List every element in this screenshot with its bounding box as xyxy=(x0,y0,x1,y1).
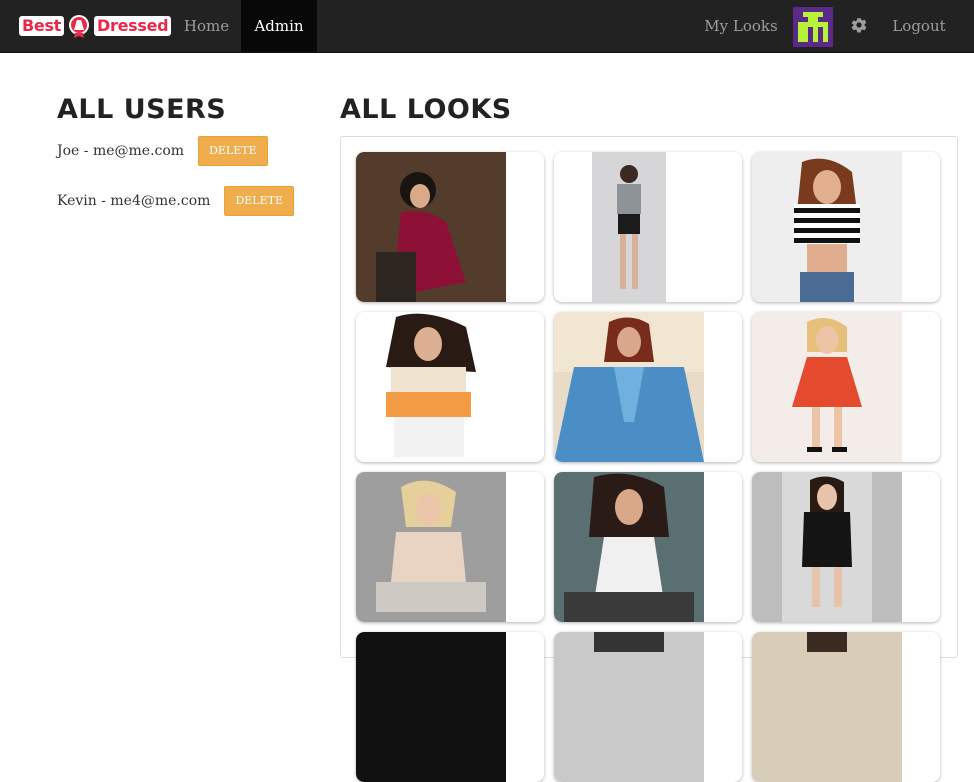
user-avatar-icon[interactable] xyxy=(793,7,833,47)
look-card[interactable] xyxy=(356,312,544,462)
look-image xyxy=(554,312,704,462)
look-image xyxy=(752,472,902,622)
nav-home-link[interactable]: Home xyxy=(173,0,240,52)
look-card[interactable] xyxy=(554,472,742,622)
look-card[interactable] xyxy=(356,632,544,782)
all-users-heading: ALL USERS xyxy=(57,94,227,125)
nav-logout-link[interactable]: Logout xyxy=(884,0,954,52)
look-image xyxy=(752,632,902,782)
user-label: Joe - me@me.com xyxy=(57,143,185,159)
dress-medal-icon xyxy=(69,15,90,38)
user-row-joe: Joe - me@me.com DELETE xyxy=(57,136,268,166)
looks-grid-panel xyxy=(340,136,958,782)
look-image xyxy=(356,632,506,782)
look-image xyxy=(356,312,506,462)
user-label: Kevin - me4@me.com xyxy=(57,193,211,209)
delete-user-button[interactable]: DELETE xyxy=(198,136,268,166)
brand-text-left: Best xyxy=(19,16,65,36)
look-card[interactable] xyxy=(554,152,742,302)
look-card[interactable] xyxy=(752,152,940,302)
nav-my-looks-link[interactable]: My Looks xyxy=(696,0,786,52)
delete-user-button[interactable]: DELETE xyxy=(224,186,294,216)
look-image xyxy=(356,152,506,302)
look-card[interactable] xyxy=(356,152,544,302)
look-card[interactable] xyxy=(752,472,940,622)
look-card[interactable] xyxy=(752,312,940,462)
look-card[interactable] xyxy=(554,312,742,462)
look-image xyxy=(752,152,902,302)
brand-logo[interactable]: Best Dressed xyxy=(19,12,172,40)
look-card[interactable] xyxy=(356,472,544,622)
gear-icon[interactable] xyxy=(850,16,868,34)
look-image xyxy=(554,472,704,622)
brand-text-right: Dressed xyxy=(94,16,172,36)
nav-admin-link[interactable]: Admin xyxy=(241,0,317,52)
all-looks-heading: ALL LOOKS xyxy=(340,94,512,125)
look-image xyxy=(356,472,506,622)
look-card[interactable] xyxy=(752,632,940,782)
look-image xyxy=(554,632,704,782)
top-navbar: Best Dressed Home Admin My Looks Logout xyxy=(0,0,974,53)
look-image xyxy=(752,312,902,462)
user-row-kevin: Kevin - me4@me.com DELETE xyxy=(57,186,294,216)
look-card[interactable] xyxy=(554,632,742,782)
look-image xyxy=(554,152,704,302)
